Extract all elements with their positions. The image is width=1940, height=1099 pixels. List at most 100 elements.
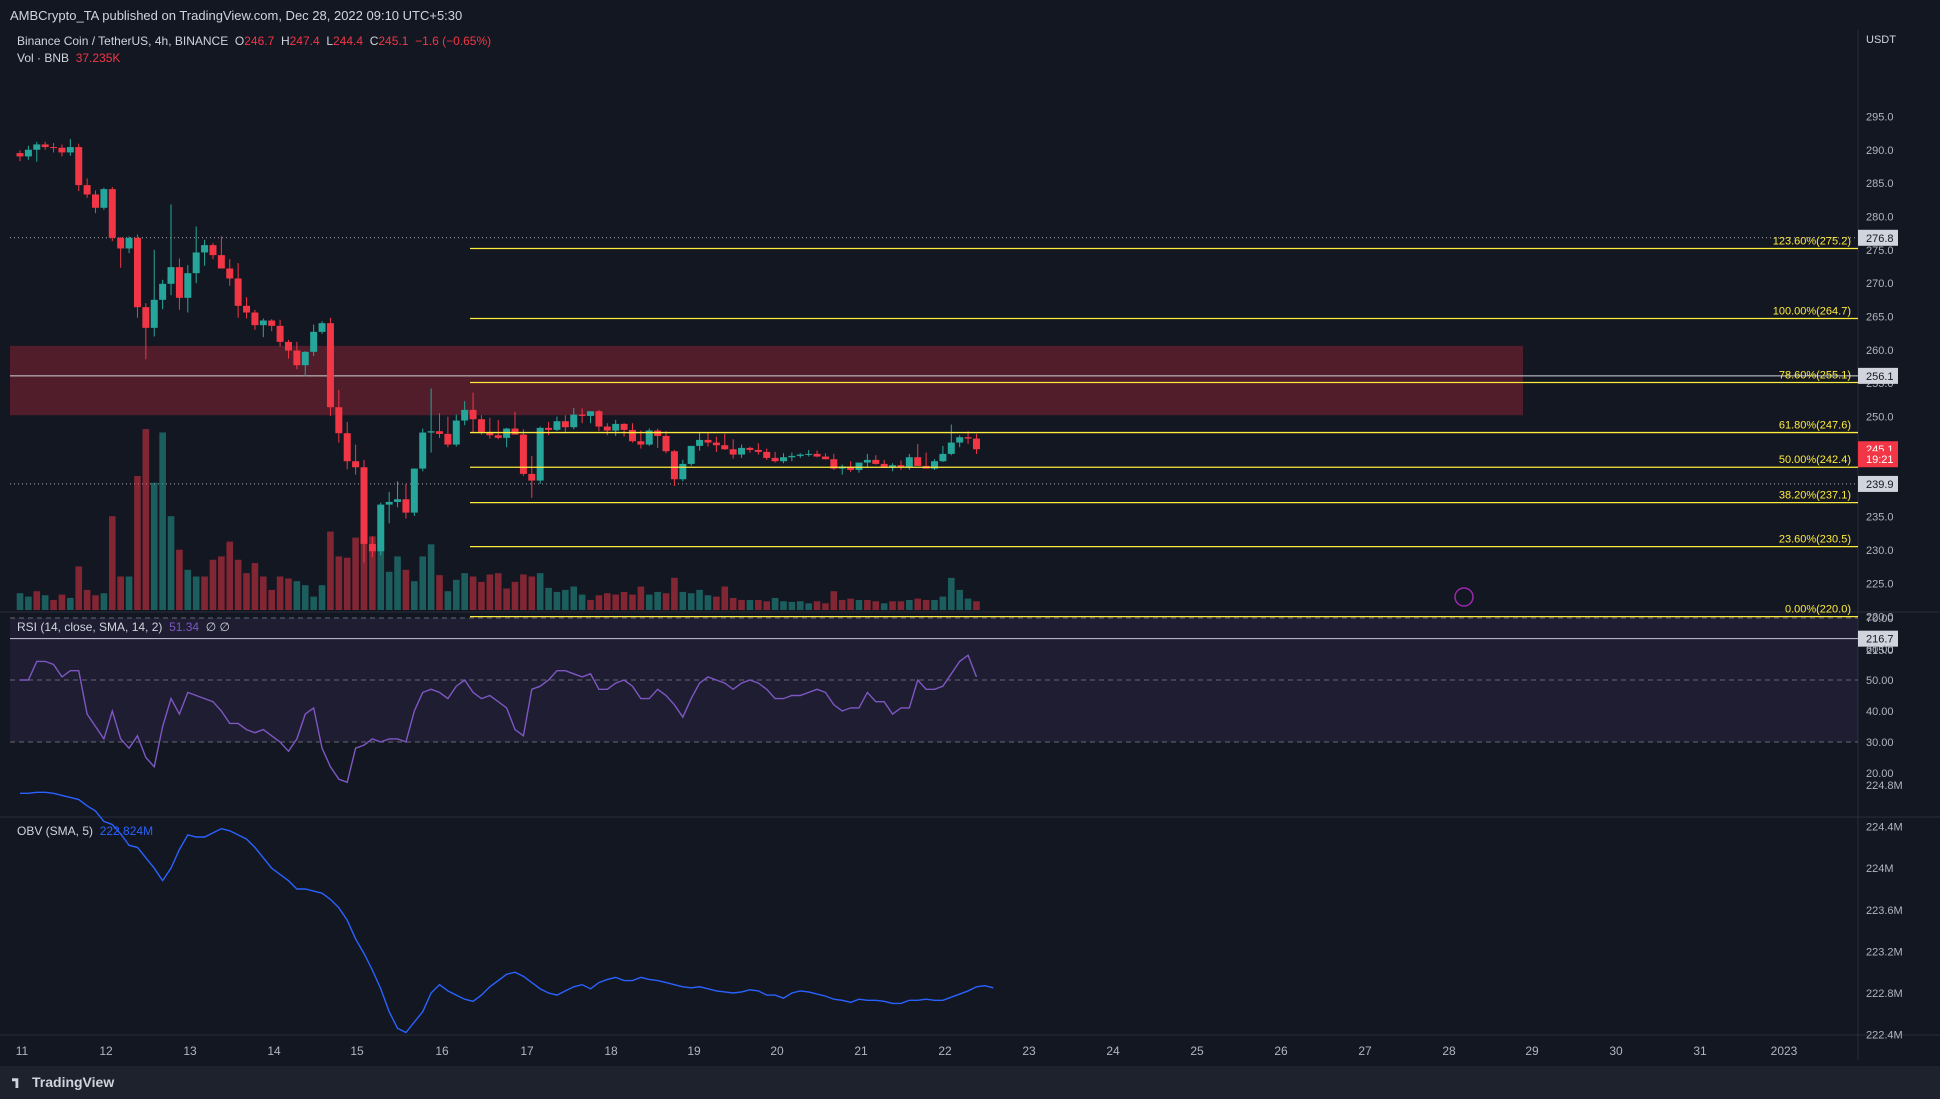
candle-body [66,147,74,153]
price-badge-text: 256.1 [1866,371,1894,383]
volume-bar [343,557,351,610]
time-axis-label: 25 [1190,1044,1204,1058]
volume-bar [226,541,234,610]
candle-body [41,144,49,148]
candle-body [75,147,83,186]
candle-body [662,435,670,452]
volume-bar [570,586,578,610]
time-axis-label: 20 [770,1044,784,1058]
price-axis-tick: 295.0 [1866,111,1894,123]
volume-bar [922,599,930,610]
obv-axis-tick: 222.4M [1866,1030,1903,1042]
fib-level-label: 50.00%(242.4) [1779,454,1851,466]
candle-body [284,341,292,351]
candle-body [259,320,267,326]
supply-zone [10,345,1523,416]
volume-bar [620,591,628,610]
candle-body [813,453,821,457]
volume-bar [134,476,141,610]
volume-bar [729,597,737,610]
candle-body [419,432,427,469]
volume-bar [444,591,452,610]
volume-bar [562,589,569,610]
rsi-axis-tick: 50.00 [1866,675,1894,687]
symbol-name: Binance Coin / TetherUS, 4h, BINANCE [17,34,229,48]
volume-bar [411,581,418,610]
candle-body [603,426,611,431]
time-axis-label: 12 [99,1044,113,1058]
time-axis-label: 17 [520,1044,534,1058]
volume-bar [75,566,83,610]
volume-bar [494,573,502,610]
candle-body [721,445,729,450]
volume-bar [931,599,938,610]
volume-legend: Vol · BNB 37.235K [17,51,121,65]
open-value: 246.7 [244,34,275,48]
candle-body [427,431,435,433]
candle-body [58,147,66,153]
price-axis-tick: 250.0 [1866,412,1894,424]
volume-bar [486,574,494,610]
volume-bar [939,596,947,610]
volume-bar [352,537,359,610]
candle-body [201,245,209,253]
volume-bar [83,589,91,610]
candle-body [133,237,141,308]
price-badge-text: 239.9 [1866,479,1894,491]
volume-bar [838,599,846,610]
candle-body [100,189,108,208]
volume-bar [536,573,544,610]
volume-bar [755,599,762,610]
volume-bar [108,516,116,610]
volume-bar [612,594,619,610]
volume-bar [687,593,695,610]
symbol-legend: Binance Coin / TetherUS, 4h, BINANCE O24… [17,34,492,48]
volume-value: 37.235K [75,51,121,65]
candle-body [469,409,477,420]
candle-body [125,237,133,249]
obv-axis-tick: 224.4M [1866,822,1903,834]
volume-bar [310,596,317,610]
candle-body [595,411,603,427]
volume-bar [528,576,536,610]
candle-body [436,431,443,434]
volume-bar [813,601,821,610]
candle-body [536,427,544,481]
time-axis-label: 24 [1106,1044,1120,1058]
volume-bar [92,595,99,610]
volume-bar [880,603,888,610]
candle-body [268,320,276,326]
candle-body [763,451,771,458]
volume-bar [100,593,108,610]
candle-body [243,305,251,313]
volume-bar [553,591,561,610]
price-axis-tick: 230.0 [1866,545,1894,557]
volume-bar [167,516,175,610]
volume-bar [587,599,594,610]
candle-body [754,449,762,452]
candle-body [872,459,880,464]
price-axis-tick: 260.0 [1866,345,1894,357]
candle-body [159,283,167,300]
candle-body [620,423,628,430]
price-axis-tick: 275.0 [1866,245,1894,257]
time-axis-label: 19 [687,1044,701,1058]
fib-level-label: 38.20%(237.1) [1779,490,1851,502]
rsi-axis-tick: 70.00 [1866,613,1894,625]
rsi-value: 51.34 [169,620,200,634]
candle-body [637,441,645,445]
trading-chart[interactable]: 0.00%(220.0) 23.60%(230.5) 38.20%(237.1) 50… [0,0,1940,1099]
time-axis-label: 29 [1525,1044,1539,1058]
candle-body [83,185,91,195]
volume-bar [327,531,334,610]
volume-bar [889,601,896,610]
tradingview-logo[interactable]: TradingView [12,1074,114,1090]
candle-body [16,153,24,157]
candle-body [679,463,687,480]
volume-bar [503,588,510,610]
volume-bar [671,577,678,610]
candle-body [696,439,704,446]
volume-bar [402,569,410,610]
volume-bar [872,601,880,610]
candle-body [779,457,787,462]
